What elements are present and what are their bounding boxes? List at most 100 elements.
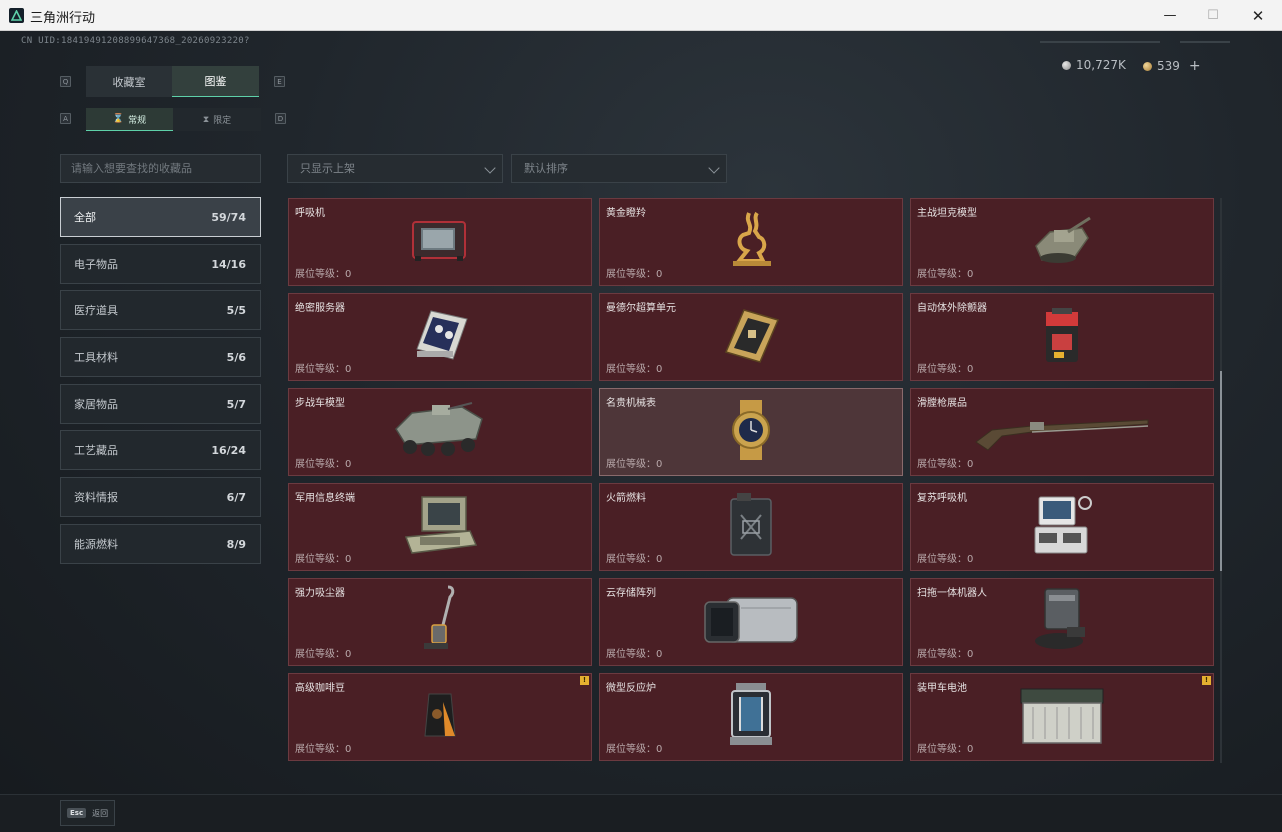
shelf-filter-dropdown[interactable]: 只显示上架 xyxy=(287,154,503,183)
chevron-down-icon xyxy=(708,162,720,174)
booth-level: 展位等级：0 xyxy=(917,269,974,280)
category-all[interactable]: 全部 59/74 xyxy=(60,197,261,237)
booth-level: 展位等级：0 xyxy=(295,744,352,755)
chevron-down-icon xyxy=(484,162,496,174)
item-card[interactable]: 黄金瞪羚 展位等级：0 xyxy=(599,198,903,286)
tab-collection-room[interactable]: 收藏室 xyxy=(86,66,172,97)
category-count: 14/16 xyxy=(211,257,246,271)
robot-mop-icon xyxy=(1031,587,1093,657)
item-card[interactable]: 步战车模型 展位等级：0 xyxy=(288,388,592,476)
item-card[interactable]: 强力吸尘器 展位等级：0 xyxy=(288,578,592,666)
subtab-label: 常规 xyxy=(128,115,147,126)
item-card[interactable]: 复苏呼吸机 展位等级：0 xyxy=(910,483,1214,571)
item-card[interactable]: 高级咖啡豆 ! 展位等级：0 xyxy=(288,673,592,761)
minimize-button[interactable]: — xyxy=(1147,0,1193,31)
category-count: 8/9 xyxy=(226,537,246,551)
category-intel[interactable]: 资料情报 6/7 xyxy=(60,477,261,517)
item-card[interactable]: 名贵机械表 展位等级：0 xyxy=(599,388,903,476)
booth-level: 展位等级：0 xyxy=(917,744,974,755)
booth-level: 展位等级：0 xyxy=(606,649,663,660)
back-label: 返回 xyxy=(92,808,109,818)
category-tools[interactable]: 工具材料 5/6 xyxy=(60,337,261,377)
category-label: 工具材料 xyxy=(74,351,118,364)
category-label: 电子物品 xyxy=(74,258,118,271)
item-card[interactable]: 曼德尔超算单元 展位等级：0 xyxy=(599,293,903,381)
subtab-regular[interactable]: ⌛ 常规 xyxy=(86,108,173,131)
sort-dropdown[interactable]: 默认排序 xyxy=(511,154,727,183)
hourglass-icon: ⌛ xyxy=(112,114,125,124)
currency-silver: 10,727K xyxy=(1062,58,1126,72)
category-count: 16/24 xyxy=(211,443,246,457)
booth-level: 展位等级：0 xyxy=(917,364,974,375)
maximize-button[interactable]: ☐ xyxy=(1190,0,1236,31)
item-card[interactable]: 自动体外除颤器 展位等级：0 xyxy=(910,293,1214,381)
add-currency-button[interactable]: + xyxy=(1189,58,1201,74)
item-card[interactable]: 绝密服务器 展位等级：0 xyxy=(288,293,592,381)
item-card[interactable]: 云存储阵列 展位等级：0 xyxy=(599,578,903,666)
subtab-limited[interactable]: ⧗ 限定 xyxy=(173,108,261,131)
category-label: 全部 xyxy=(74,211,96,224)
booth-level: 展位等级：0 xyxy=(295,364,352,375)
item-name: 微型反应炉 xyxy=(606,683,656,694)
item-name: 装甲车电池 xyxy=(917,683,967,694)
item-name: 名贵机械表 xyxy=(606,398,656,409)
item-card[interactable]: 微型反应炉 展位等级：0 xyxy=(599,673,903,761)
booth-level: 展位等级：0 xyxy=(917,649,974,660)
item-name: 军用信息终端 xyxy=(295,493,355,504)
category-label: 家居物品 xyxy=(74,398,118,411)
top-divider xyxy=(1040,41,1160,43)
booth-level: 展位等级：0 xyxy=(295,554,352,565)
grid-scrollbar-thumb[interactable] xyxy=(1220,371,1222,571)
key-hint-q: Q xyxy=(60,76,71,87)
esc-key-hint: Esc xyxy=(67,808,87,818)
currency-gold: 539 + xyxy=(1143,58,1201,74)
subtab-label: 限定 xyxy=(213,116,232,126)
item-name: 自动体外除颤器 xyxy=(917,303,987,314)
booth-level: 展位等级：0 xyxy=(917,554,974,565)
item-card[interactable]: 扫拖一体机器人 展位等级：0 xyxy=(910,578,1214,666)
category-label: 资料情报 xyxy=(74,491,118,504)
category-crafts[interactable]: 工艺藏品 16/24 xyxy=(60,430,261,470)
item-name: 云存储阵列 xyxy=(606,588,656,599)
item-name: 黄金瞪羚 xyxy=(606,208,646,219)
micro-reactor-icon xyxy=(726,681,776,753)
item-card[interactable]: 滑膛枪展品 展位等级：0 xyxy=(910,388,1214,476)
item-card[interactable]: 装甲车电池 ! 展位等级：0 xyxy=(910,673,1214,761)
booth-level: 展位等级：0 xyxy=(295,269,352,280)
musket-icon xyxy=(972,408,1152,456)
booth-level: 展位等级：0 xyxy=(606,269,663,280)
booth-level: 展位等级：0 xyxy=(295,459,352,470)
top-divider xyxy=(1180,41,1230,43)
category-count: 5/5 xyxy=(226,303,246,317)
item-card[interactable]: 主战坦克模型 展位等级：0 xyxy=(910,198,1214,286)
item-name: 扫拖一体机器人 xyxy=(917,588,987,599)
item-card[interactable]: 军用信息终端 展位等级：0 xyxy=(288,483,592,571)
dropdown-value: 默认排序 xyxy=(524,162,568,175)
back-button[interactable]: Esc 返回 xyxy=(60,800,115,826)
category-household[interactable]: 家居物品 5/7 xyxy=(60,384,261,424)
category-electronics[interactable]: 电子物品 14/16 xyxy=(60,244,261,284)
key-hint-d: D xyxy=(275,113,286,124)
booth-level: 展位等级：0 xyxy=(606,459,663,470)
currency-value: 539 xyxy=(1157,59,1180,73)
app-logo-icon xyxy=(9,8,24,23)
window-titlebar: 三角洲行动 — ☐ ✕ xyxy=(0,0,1282,31)
item-name: 复苏呼吸机 xyxy=(917,493,967,504)
category-energy[interactable]: 能源燃料 8/9 xyxy=(60,524,261,564)
category-label: 工艺藏品 xyxy=(74,444,118,457)
resuscitator-icon xyxy=(1029,493,1095,561)
gold-coin-icon xyxy=(1143,61,1152,71)
item-name: 滑膛枪展品 xyxy=(917,398,967,409)
vacuum-icon xyxy=(420,585,460,659)
cloud-storage-icon xyxy=(701,592,801,652)
search-input[interactable]: 请输入想要查找的收藏品 xyxy=(60,154,261,183)
category-label: 医疗道具 xyxy=(74,304,118,317)
limited-icon: ⧗ xyxy=(202,114,210,125)
close-button[interactable]: ✕ xyxy=(1235,0,1281,31)
item-card[interactable]: 火箭燃料 展位等级：0 xyxy=(599,483,903,571)
tab-catalog[interactable]: 图鉴 xyxy=(172,66,259,97)
item-name: 火箭燃料 xyxy=(606,493,646,504)
supercomputer-unit-icon xyxy=(718,304,784,370)
category-medical[interactable]: 医疗道具 5/5 xyxy=(60,290,261,330)
item-card[interactable]: 呼吸机 展位等级：0 xyxy=(288,198,592,286)
